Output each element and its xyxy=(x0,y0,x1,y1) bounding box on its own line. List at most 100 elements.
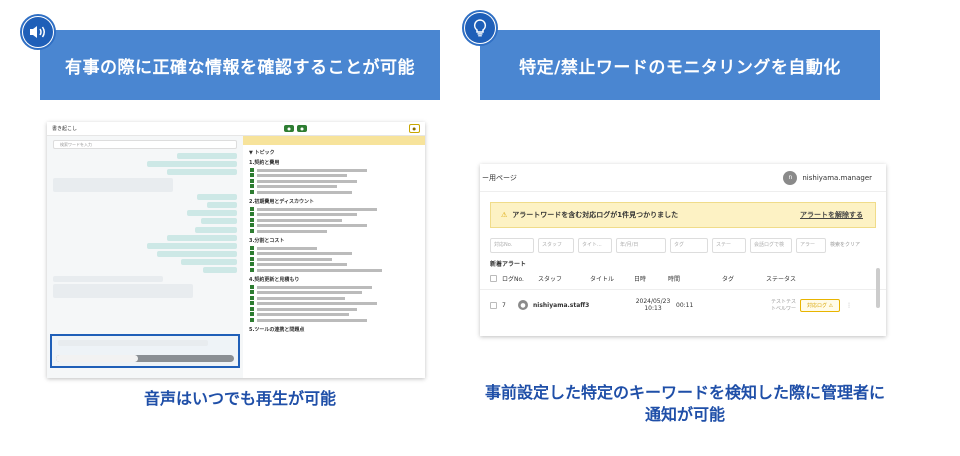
filter-status[interactable]: ステー xyxy=(712,238,746,253)
transcript-title: 書き起こし xyxy=(52,126,78,132)
column-header: 時間 xyxy=(668,276,681,283)
topic-line xyxy=(250,245,317,250)
dismiss-alert-link[interactable]: アラートを解除する xyxy=(800,210,863,220)
topic-line xyxy=(250,189,352,194)
chat-bubble xyxy=(58,340,208,346)
topics-bar xyxy=(243,136,425,145)
audio-progress-bar[interactable] xyxy=(56,355,234,362)
topic-line xyxy=(250,262,347,267)
topic-heading: 3.分割とコスト xyxy=(249,237,285,244)
topic-heading: 1.契約と費用 xyxy=(249,160,280,166)
topic-line xyxy=(250,212,357,217)
topic-line xyxy=(250,223,367,228)
topic-line xyxy=(250,256,332,261)
response-log-button[interactable]: 対応ログ ⚠ xyxy=(800,298,841,312)
filter-staff[interactable]: スタッフ xyxy=(538,238,574,253)
lightbulb-icon xyxy=(473,19,487,37)
staff-name: nishiyama.staff3 xyxy=(533,301,590,309)
chat-bubble xyxy=(207,201,237,208)
user-menu[interactable]: n nishiyama.manager xyxy=(783,170,872,185)
topic-line xyxy=(250,228,327,233)
log-datetime: 2024/05/23 10:13 xyxy=(635,298,671,312)
topic-heading: 5.ツールの連携と問題点 xyxy=(249,327,305,334)
alert-text: アラートワードを含む対応ログが1件見つかりました xyxy=(512,211,679,219)
topics-panel: ▼ トピック 1.契約と費用 2.初期費用とディスカウント 3.分割とコスト 4… xyxy=(243,136,425,378)
topic-line xyxy=(250,318,367,323)
warning-icon: ⚠ xyxy=(501,211,508,219)
row-checkbox[interactable] xyxy=(490,301,497,309)
log-duration: 00:11 xyxy=(676,301,694,309)
topic-line xyxy=(250,306,357,311)
speaker-icon-badge xyxy=(20,14,56,50)
chat-bubble xyxy=(167,234,237,241)
chat-bubble xyxy=(147,242,237,249)
topic-line xyxy=(250,290,362,295)
filter-conversation[interactable]: 会話ログで検 xyxy=(750,238,792,253)
feature-caption: 事前設定した特定のキーワードを検知した際に管理者に通知が可能 xyxy=(484,383,885,424)
topic-heading: 4.契約更新と見積もり xyxy=(249,276,300,283)
column-header: タグ xyxy=(722,276,735,283)
table-row[interactable]: 7 ● nishiyama.staff3 2024/05/23 10:13 00… xyxy=(480,290,886,320)
lightbulb-icon-badge xyxy=(462,10,498,46)
alert-banner: ⚠ アラートワードを含む対応ログが1件見つかりました アラートを解除する xyxy=(490,202,876,228)
select-all-checkbox[interactable] xyxy=(490,275,497,282)
chat-bubble xyxy=(167,169,237,176)
log-no: 7 xyxy=(502,301,506,309)
column-header: スタッフ xyxy=(538,276,563,283)
chat-bubble xyxy=(147,161,237,168)
topic-line xyxy=(250,301,377,306)
chat-bubble xyxy=(187,210,237,217)
topic-line xyxy=(250,217,342,222)
audio-progress-fill xyxy=(56,355,138,362)
filter-date[interactable]: 年/月/日 xyxy=(616,238,666,253)
chat-bubble xyxy=(203,267,237,274)
audio-player-highlight[interactable] xyxy=(50,334,240,368)
log-tag: テストテス トベルワー xyxy=(770,299,796,312)
column-header: 日時 xyxy=(634,276,647,283)
transcript-header: 書き起こし ● ● ● xyxy=(47,122,425,136)
chat-bubble xyxy=(157,251,237,258)
transcript-search-input[interactable]: 検索ワードを入力 xyxy=(53,140,237,149)
scrollbar[interactable] xyxy=(876,268,880,308)
staff-avatar: ● xyxy=(518,300,528,310)
topic-line xyxy=(250,167,367,172)
filter-tag[interactable]: タグ xyxy=(670,238,708,253)
feature-banner-playback: 有事の際に正確な情報を確認することが可能 xyxy=(40,30,440,100)
filter-alert[interactable]: アラー xyxy=(796,238,826,253)
chat-bubble xyxy=(53,283,193,298)
filter-title[interactable]: タイト... xyxy=(578,238,612,253)
chat-bubble xyxy=(197,193,237,200)
filter-log-no[interactable]: 対応No. xyxy=(490,238,534,253)
topic-line xyxy=(250,206,377,211)
topic-line xyxy=(250,251,352,256)
column-header: ステータス xyxy=(766,276,797,283)
feature-caption: 音声はいつでも再生が可能 xyxy=(143,389,336,408)
filter-bar: 対応No. スタッフ タイト... 年/月/日 タグ ステー 会話ログで検 アラ… xyxy=(480,228,886,253)
topic-line xyxy=(250,173,347,178)
feature-title: 特定/禁止ワードのモニタリングを自動化 xyxy=(519,57,841,78)
topic-line xyxy=(250,284,372,289)
alert-page-header: ー用ページ n nishiyama.manager xyxy=(480,164,886,192)
page-title: ー用ページ xyxy=(482,173,517,182)
topic-heading: 2.初期費用とディスカウント xyxy=(249,198,315,205)
chat-bubble xyxy=(177,153,237,159)
chat-bubble xyxy=(195,226,237,233)
table-header: ログNo. スタッフ タイトル 日時 時間 タグ ステータス xyxy=(480,268,886,290)
section-title: 新着アラート xyxy=(490,261,527,268)
clear-search-button[interactable]: 検索をクリア xyxy=(830,238,860,253)
chat-bubble xyxy=(201,218,237,225)
chat-bubble xyxy=(53,275,163,282)
topic-line xyxy=(250,184,337,189)
avatar: n xyxy=(783,170,798,185)
feature-banner-monitoring: 特定/禁止ワードのモニタリングを自動化 xyxy=(480,30,880,100)
more-options-icon[interactable]: ⋮ xyxy=(846,302,852,309)
chat-bubble xyxy=(53,177,173,192)
topic-line xyxy=(250,312,349,317)
topic-line xyxy=(250,178,357,183)
feature-title: 有事の際に正確な情報を確認することが可能 xyxy=(65,57,415,78)
transcript-tag: ● xyxy=(408,124,420,133)
topics-bar-label: トピック xyxy=(254,150,275,156)
transcript-tag: ● xyxy=(284,125,294,132)
topic-line xyxy=(250,267,382,272)
speaker-icon xyxy=(30,26,45,38)
